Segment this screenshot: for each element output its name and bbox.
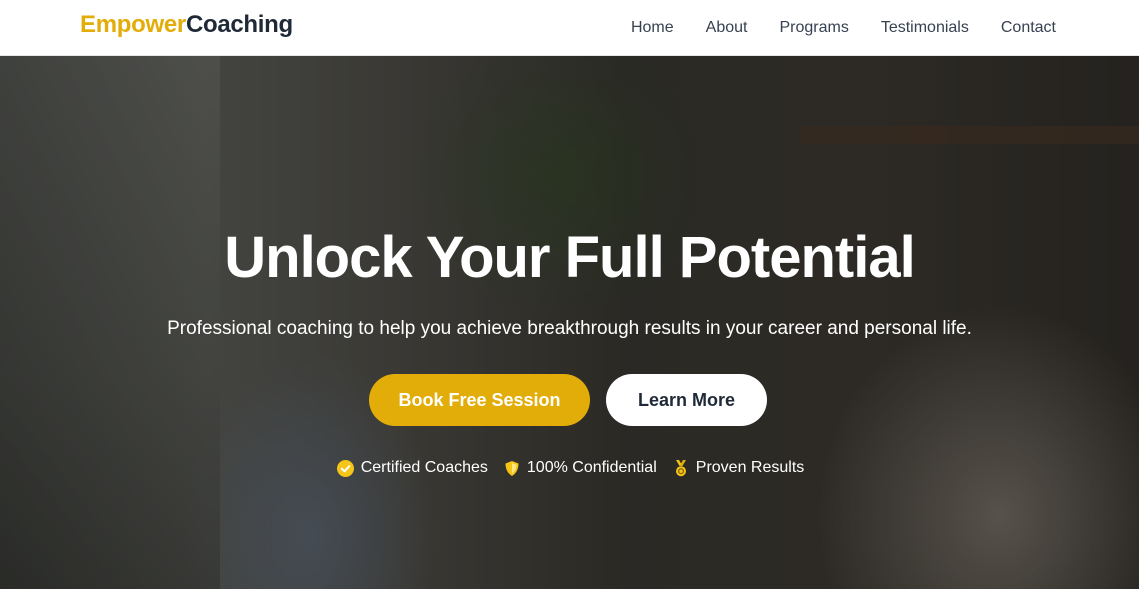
hero-subtitle: Professional coaching to help you achiev… bbox=[167, 318, 972, 339]
nav-programs[interactable]: Programs bbox=[779, 19, 848, 37]
nav-contact[interactable]: Contact bbox=[1001, 19, 1056, 37]
badge-label: 100% Confidential bbox=[526, 459, 657, 476]
logo-part-coaching: Coaching bbox=[185, 11, 293, 38]
badge-label: Certified Coaches bbox=[360, 459, 488, 476]
badge-confidential: 100% Confidential bbox=[504, 459, 657, 477]
trust-badges: Certified Coaches 100% Confidential Prov… bbox=[0, 459, 1139, 477]
nav-home[interactable]: Home bbox=[631, 19, 674, 37]
book-free-session-button[interactable]: Book Free Session bbox=[369, 374, 590, 426]
badge-results: Proven Results bbox=[673, 459, 805, 477]
hero-content: Unlock Your Full Potential Professional … bbox=[0, 56, 1139, 589]
logo-part-empower: Empower bbox=[80, 11, 186, 38]
learn-more-button[interactable]: Learn More bbox=[606, 374, 767, 426]
nav-testimonials[interactable]: Testimonials bbox=[881, 19, 969, 37]
nav-about[interactable]: About bbox=[706, 19, 748, 37]
badge-label: Proven Results bbox=[695, 459, 805, 476]
main-nav: Home About Programs Testimonials Contact bbox=[631, 0, 1056, 56]
check-circle-icon bbox=[336, 459, 354, 477]
logo[interactable]: EmpowerCoaching bbox=[80, 11, 293, 39]
hero-title: Unlock Your Full Potential bbox=[224, 225, 915, 290]
badge-certified: Certified Coaches bbox=[336, 459, 488, 477]
site-header: EmpowerCoaching Home About Programs Test… bbox=[0, 0, 1139, 56]
shield-icon bbox=[504, 460, 520, 477]
medal-icon bbox=[673, 459, 689, 477]
